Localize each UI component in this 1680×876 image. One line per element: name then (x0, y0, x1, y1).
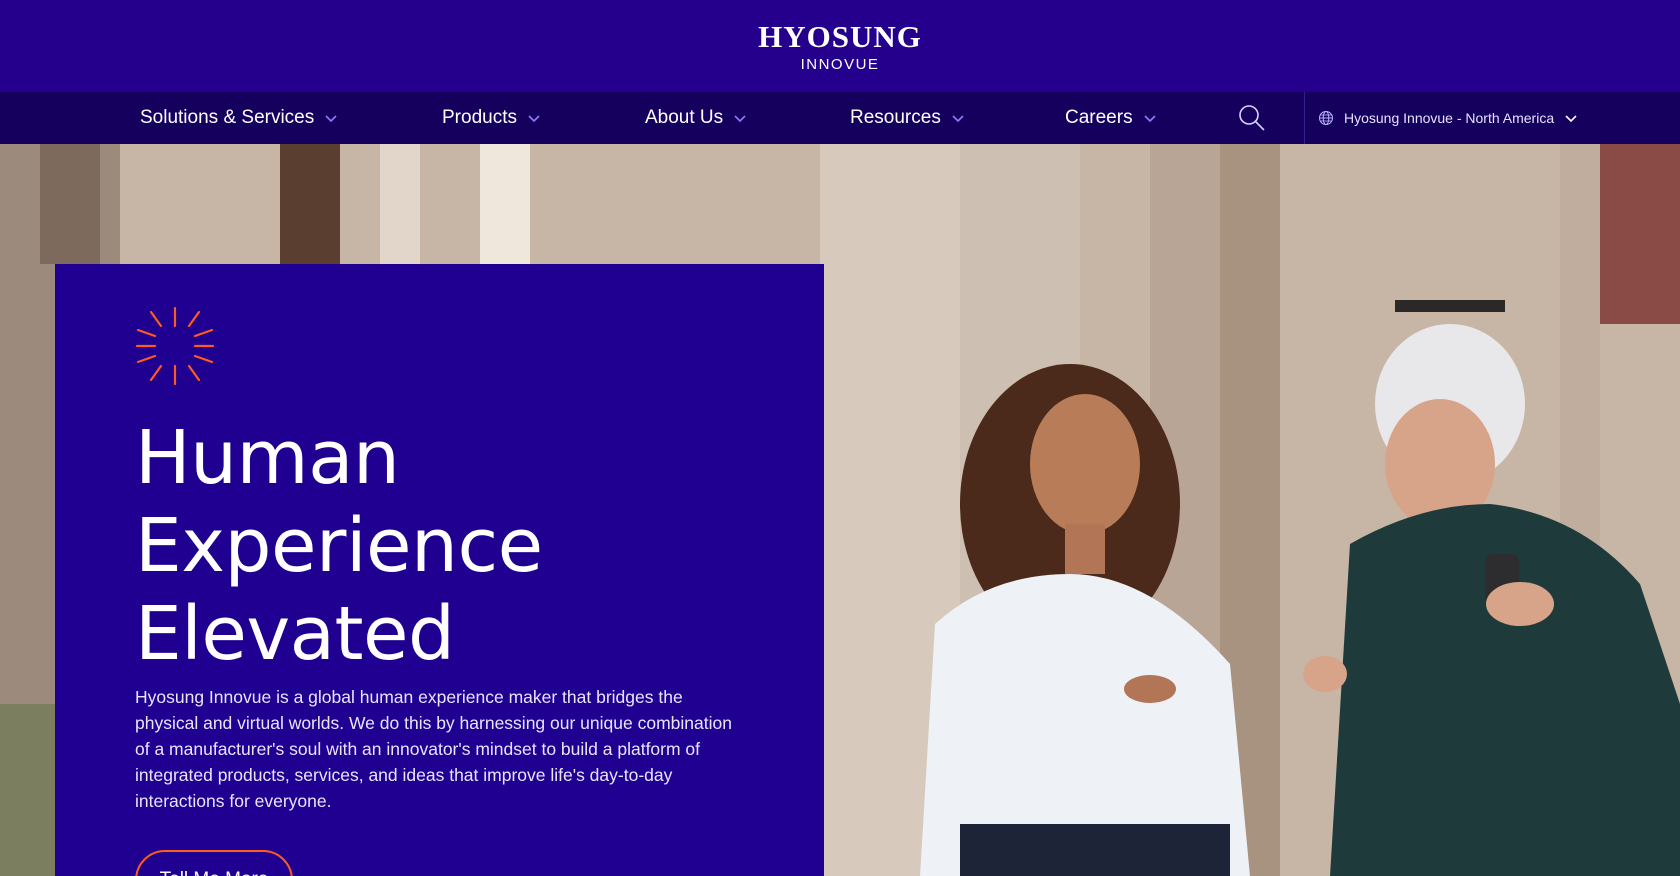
logo[interactable]: HYOSUNG INNOVUE (754, 20, 926, 74)
hero-card: Human Experience Elevated Hyosung Innovu… (55, 264, 824, 876)
nav-item-label: Careers (1065, 107, 1133, 128)
region-selector[interactable]: Hyosung Innovue - North America (1318, 92, 1578, 144)
nav-item-resources[interactable]: Resources (850, 92, 965, 144)
nav-item-label: Resources (850, 107, 941, 128)
hero-description: Hyosung Innovue is a global human experi… (135, 687, 732, 811)
hero-title-line: Elevated (135, 591, 455, 677)
tell-me-more-button[interactable]: Tell Me More (135, 850, 293, 876)
logo-sub: INNOVUE (800, 56, 880, 73)
nav-item-about-us[interactable]: About Us (645, 92, 747, 144)
chevron-down-icon (734, 115, 746, 123)
nav-item-label: About Us (645, 107, 724, 128)
search-icon[interactable] (1236, 102, 1268, 134)
globe-icon (1319, 111, 1333, 125)
nav-divider (1304, 92, 1305, 144)
region-label: Hyosung Innovue - North America (1344, 110, 1555, 126)
main-nav: Solutions & Services Products About Us R… (0, 92, 1680, 144)
hero-title-line: Human (135, 415, 400, 501)
chevron-down-icon (952, 115, 964, 123)
chevron-down-icon (325, 115, 337, 123)
sparkle-icon (135, 306, 215, 386)
nav-item-careers[interactable]: Careers (1065, 92, 1157, 144)
chevron-down-icon (1565, 115, 1577, 123)
hero-section: Human Experience Elevated Hyosung Innovu… (0, 144, 1680, 876)
hero-title-line: Experience (135, 503, 543, 589)
nav-item-products[interactable]: Products (442, 92, 541, 144)
hero-title: Human Experience Elevated (135, 414, 735, 678)
chevron-down-icon (1144, 115, 1156, 123)
nav-item-solutions-services[interactable]: Solutions & Services (140, 92, 338, 144)
brand-bar: HYOSUNG INNOVUE (0, 0, 1680, 92)
logo-main: HYOSUNG (758, 19, 922, 54)
nav-item-label: Solutions & Services (140, 107, 315, 128)
chevron-down-icon (528, 115, 540, 123)
nav-item-label: Products (442, 107, 517, 128)
